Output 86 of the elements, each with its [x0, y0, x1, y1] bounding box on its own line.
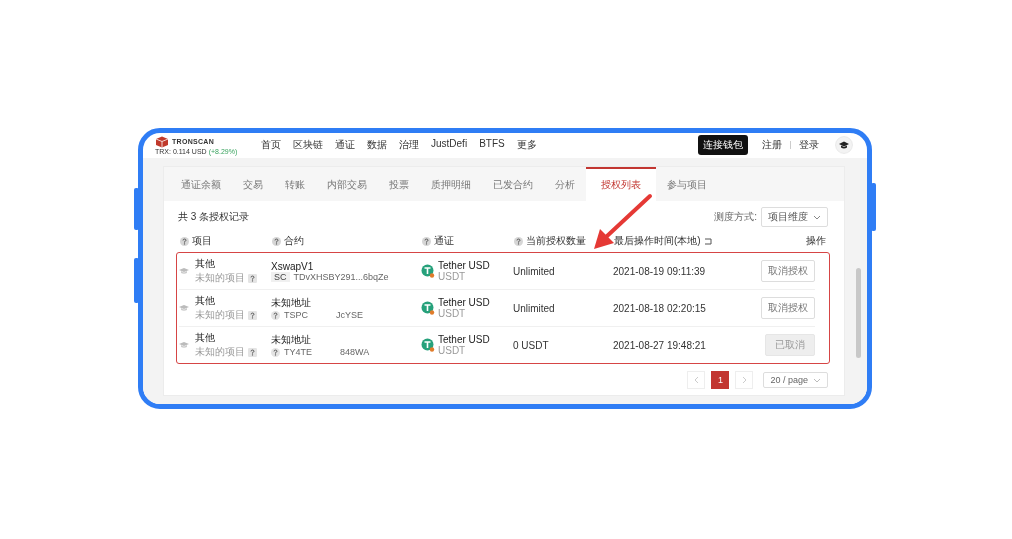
- time-text: 2021-08-27 19:48:21: [613, 339, 706, 351]
- column-header: 合约: [284, 234, 304, 248]
- column-header: 最后操作时间(本地): [614, 234, 701, 248]
- page-size-select[interactable]: 20 / page: [763, 372, 828, 388]
- nav-link[interactable]: JustDefi: [431, 138, 468, 152]
- nav-link[interactable]: BTFS: [479, 138, 505, 152]
- address-text[interactable]: TY4TE: [284, 347, 312, 357]
- login-link[interactable]: 登录: [799, 138, 819, 152]
- token-name: Tether USD: [438, 297, 490, 308]
- tab[interactable]: 内部交易: [316, 167, 378, 201]
- help-icon: [248, 347, 257, 357]
- connect-wallet-button[interactable]: 连接钱包: [698, 135, 748, 155]
- help-icon: [272, 236, 281, 246]
- token-symbol: USDT: [438, 345, 466, 356]
- column-header: 操作: [806, 234, 826, 248]
- revoke-button[interactable]: 取消授权: [761, 260, 815, 282]
- project-note: 未知的项目: [195, 345, 245, 359]
- chevron-left-icon: [693, 376, 699, 384]
- contract-name: 未知地址: [271, 333, 311, 347]
- column-header: 项目: [192, 234, 212, 248]
- tether-logo-icon: [421, 301, 435, 315]
- token-name: Tether USD: [438, 334, 490, 345]
- nav-link[interactable]: 首页: [261, 138, 281, 152]
- nav-link[interactable]: 通证: [335, 138, 355, 152]
- next-page-button[interactable]: [735, 371, 754, 389]
- tab[interactable]: 已发合约: [482, 167, 544, 201]
- help-icon: [248, 273, 257, 283]
- sort-select[interactable]: 项目维度: [761, 207, 828, 227]
- amount-text: Unlimited: [513, 302, 555, 314]
- help-icon: [271, 310, 280, 320]
- chevron-down-icon: [813, 214, 821, 220]
- project-name: 其他: [195, 331, 215, 345]
- tab[interactable]: 通证余额: [170, 167, 232, 201]
- project-icon: [179, 341, 189, 349]
- tether-logo-icon: [421, 338, 435, 352]
- project-icon: [179, 304, 189, 312]
- column-header: 当前授权数量: [526, 234, 586, 248]
- address-text[interactable]: JcYSE: [336, 310, 364, 320]
- tab[interactable]: 质押明细: [420, 167, 482, 201]
- help-icon: [271, 347, 280, 357]
- register-link[interactable]: 注册: [762, 138, 782, 152]
- nav-link[interactable]: 治理: [399, 138, 419, 152]
- help-icon: [248, 310, 257, 320]
- graduation-cap-icon[interactable]: [835, 136, 853, 154]
- token-name: Tether USD: [438, 260, 490, 271]
- tab[interactable]: 参与项目: [656, 167, 718, 201]
- nav-link[interactable]: 更多: [516, 138, 537, 152]
- tether-logo-icon: [421, 264, 435, 278]
- chevron-right-icon: [741, 376, 747, 384]
- address-text[interactable]: TDvXHSBY291...6bqZe: [293, 271, 389, 282]
- contract-tag: SC: [271, 271, 290, 282]
- cube-logo-icon: [155, 135, 169, 148]
- nav-link[interactable]: 区块链: [293, 138, 323, 152]
- project-name: 其他: [195, 294, 215, 308]
- previous-page-button[interactable]: [687, 371, 706, 389]
- amount-text: 0 USDT: [513, 339, 549, 351]
- tab[interactable]: 转账: [274, 167, 316, 201]
- help-icon: [422, 236, 431, 246]
- help-icon: [180, 236, 189, 246]
- address-text[interactable]: 848WA: [340, 347, 370, 357]
- contract-name: 未知地址: [271, 296, 311, 310]
- page-button[interactable]: 1: [711, 371, 730, 389]
- project-icon: [179, 267, 189, 275]
- record-count: 共 3 条授权记录: [178, 210, 250, 224]
- tab[interactable]: 授权列表: [586, 167, 656, 201]
- address-text[interactable]: TSPC: [284, 310, 308, 320]
- project-note: 未知的项目: [195, 271, 245, 285]
- amount-text: Unlimited: [513, 265, 555, 277]
- sort-label: 测度方式:: [714, 210, 757, 224]
- chevron-down-icon: [813, 377, 821, 383]
- time-text: 2021-08-18 02:20:15: [613, 302, 706, 314]
- tab[interactable]: 投票: [378, 167, 420, 201]
- help-icon: [514, 236, 523, 246]
- column-header: 通证: [434, 234, 454, 248]
- scrollbar[interactable]: [856, 268, 861, 358]
- project-name: 其他: [195, 257, 215, 271]
- time-text: 2021-08-19 09:11:39: [613, 265, 706, 277]
- project-note: 未知的项目: [195, 308, 245, 322]
- token-symbol: USDT: [438, 271, 466, 282]
- token-symbol: USDT: [438, 308, 466, 319]
- tab[interactable]: 交易: [232, 167, 274, 201]
- nav-link[interactable]: 数据: [367, 138, 387, 152]
- revoke-button[interactable]: 取消授权: [761, 297, 815, 319]
- contract-name: XswapV1: [271, 260, 314, 272]
- tab[interactable]: 分析: [544, 167, 586, 201]
- sort-icon[interactable]: [703, 237, 712, 245]
